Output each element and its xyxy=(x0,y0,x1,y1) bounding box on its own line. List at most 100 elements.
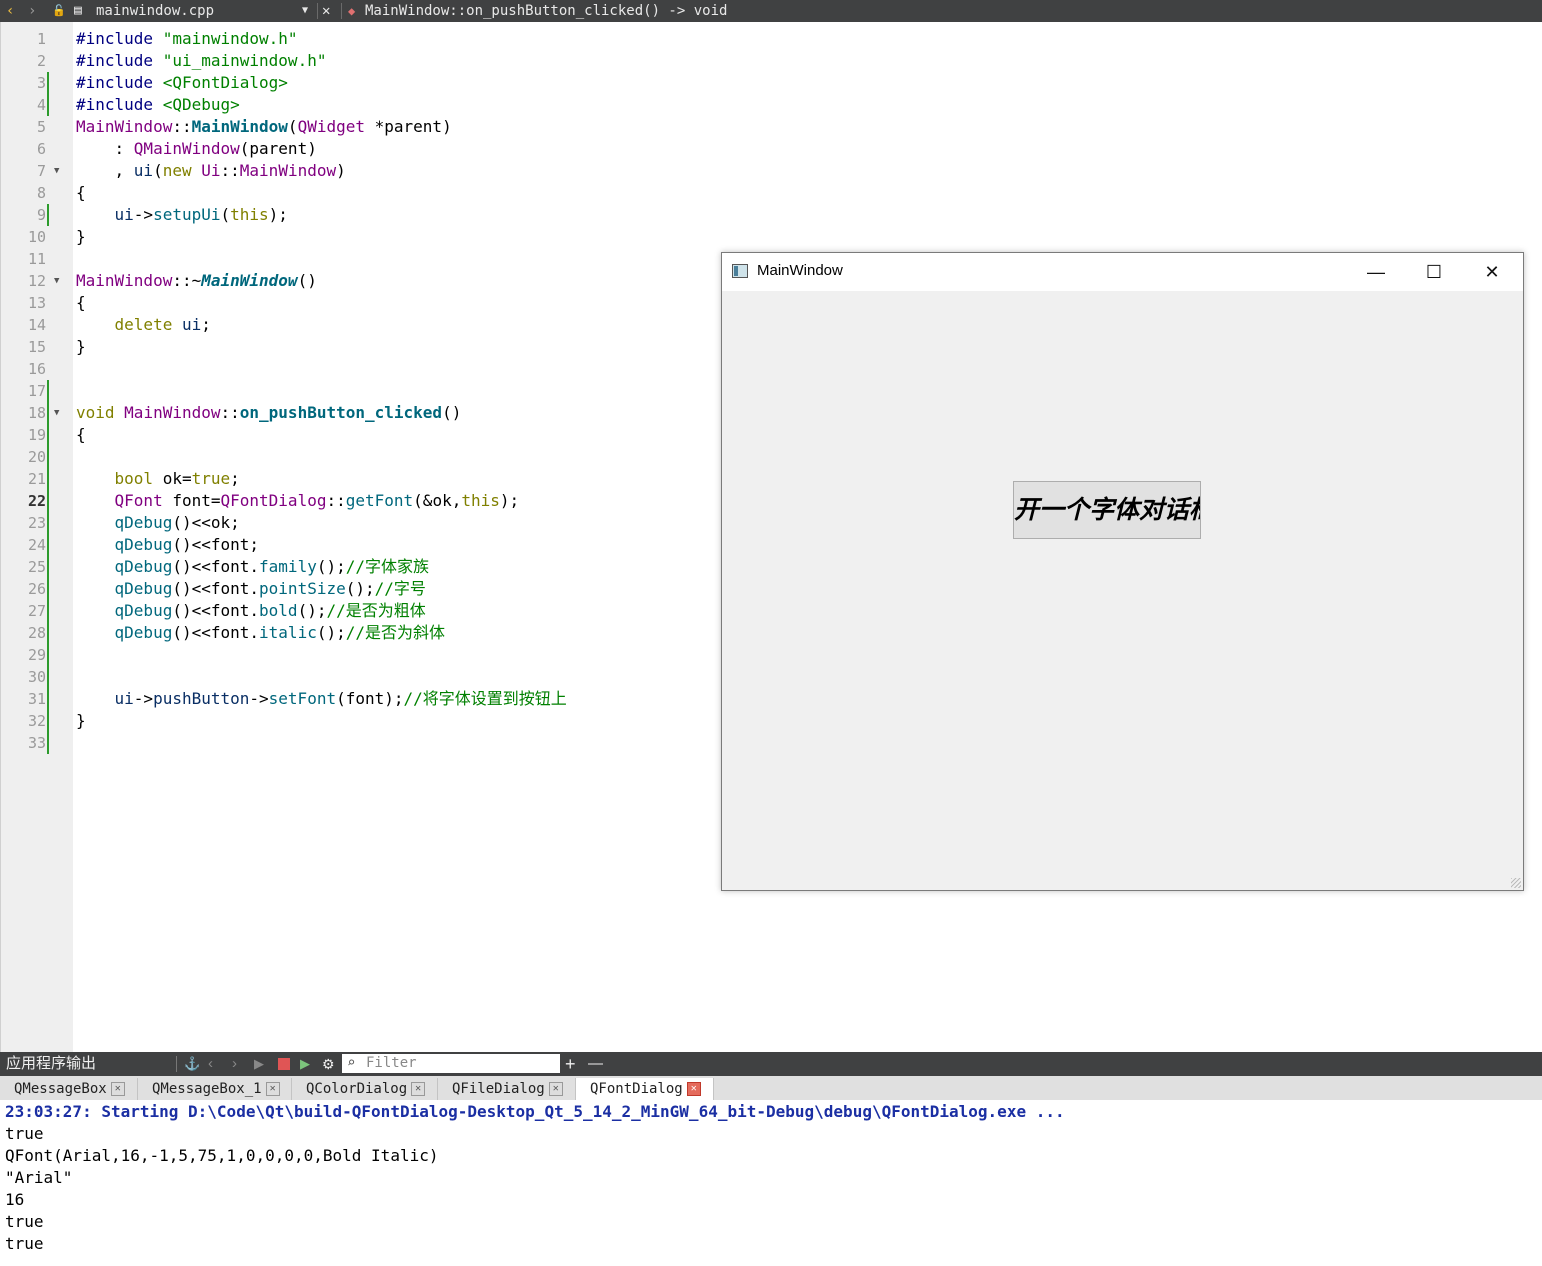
remove-button[interactable]: — xyxy=(588,1052,603,1076)
code-line[interactable]: 9 ui->setupUi(this); xyxy=(0,204,700,226)
code-line[interactable]: 12 ▼ MainWindow::~MainWindow() xyxy=(0,270,700,292)
code-line[interactable]: 32} xyxy=(0,710,700,732)
stop-icon[interactable] xyxy=(278,1058,290,1070)
line-number: 17 xyxy=(27,382,46,400)
code-line[interactable]: 19 { xyxy=(0,424,700,446)
code-line[interactable]: 17 xyxy=(0,380,700,402)
code-line[interactable]: 1 #include "mainwindow.h" xyxy=(0,28,700,50)
line-number: 24 xyxy=(27,536,46,554)
line-number: 13 xyxy=(27,294,46,312)
line-number: 21 xyxy=(27,470,46,488)
output-line: true xyxy=(5,1124,44,1143)
tab-qfiledialog[interactable]: QFileDialog ✕ xyxy=(438,1078,576,1100)
change-marker xyxy=(47,578,49,600)
output-line: true xyxy=(5,1234,44,1253)
resize-grip-icon[interactable] xyxy=(1511,878,1521,888)
debug-run-icon[interactable]: ▶ xyxy=(300,1052,310,1076)
code-line[interactable]: 23 qDebug()<<ok; xyxy=(0,512,700,534)
chevron-down-icon[interactable]: ▼ xyxy=(302,0,308,22)
code-line[interactable]: 26 qDebug()<<font.pointSize();//字号 xyxy=(0,578,700,600)
line-number: 1 xyxy=(36,30,46,48)
close-tab-icon[interactable]: ✕ xyxy=(686,1082,701,1096)
window-titlebar[interactable]: MainWindow — ☐ ✕ xyxy=(722,253,1523,291)
code-line[interactable]: 18 ▼ void MainWindow::on_pushButton_clicke… xyxy=(0,402,700,424)
fold-toggle-icon[interactable]: ▼ xyxy=(54,160,59,182)
change-marker xyxy=(47,446,49,468)
code-line[interactable]: 4 #include <QDebug> xyxy=(0,94,700,116)
forward-icon[interactable]: › xyxy=(28,0,36,22)
filter-input[interactable]: ⌕ Filter xyxy=(342,1054,560,1073)
method-icon: ◆ xyxy=(348,4,356,18)
tab-qmessagebox[interactable]: QMessageBox ✕ xyxy=(0,1078,138,1100)
code-line[interactable]: 20 xyxy=(0,446,700,468)
tab-qcolordialog[interactable]: QColorDialog ✕ xyxy=(292,1078,438,1100)
change-marker xyxy=(47,72,49,94)
fold-toggle-icon[interactable]: ▼ xyxy=(54,270,59,292)
code-text: , ui(new Ui::MainWindow) xyxy=(76,161,346,180)
close-tab-icon[interactable]: ✕ xyxy=(411,1082,426,1096)
code-text: qDebug()<<font.italic();//是否为斜体 xyxy=(114,623,446,642)
code-line[interactable]: 25 qDebug()<<font.family();//字体家族 xyxy=(0,556,700,578)
change-marker xyxy=(47,94,49,116)
code-line[interactable]: 22 QFont font=QFontDialog::getFont(&ok,t… xyxy=(0,490,700,512)
code-line[interactable]: 30 xyxy=(0,666,700,688)
change-marker xyxy=(47,710,49,732)
code-line[interactable]: 10} xyxy=(0,226,700,248)
fold-toggle-icon[interactable]: ▼ xyxy=(54,402,59,424)
code-text: qDebug()<<ok; xyxy=(114,513,240,532)
code-line[interactable]: 21 bool ok=true; xyxy=(0,468,700,490)
code-text: ui->setupUi(this); xyxy=(114,205,288,224)
close-file-icon[interactable]: ✕ xyxy=(322,0,330,22)
next-icon[interactable]: › xyxy=(232,1052,237,1076)
run-icon[interactable]: ▶ xyxy=(254,1052,264,1076)
file-selector[interactable]: mainwindow.cpp xyxy=(96,0,214,22)
line-number: 26 xyxy=(27,580,46,598)
code-line[interactable]: 8{ xyxy=(0,182,700,204)
line-number: 2 xyxy=(36,52,46,70)
tab-qfontdialog[interactable]: QFontDialog ✕ xyxy=(576,1078,714,1100)
output-pane-header: 应用程序输出 ⚓ ‹ › ▶ ▶ ⚙ ⌕ Filter + — xyxy=(0,1052,1542,1076)
code-line[interactable]: 3 #include <QFontDialog> xyxy=(0,72,700,94)
line-number: 6 xyxy=(36,140,46,158)
code-line[interactable]: 13 { xyxy=(0,292,700,314)
open-font-dialog-button[interactable]: 开一个字体对话框 xyxy=(1013,481,1201,539)
close-tab-icon[interactable]: ✕ xyxy=(110,1082,125,1096)
code-line[interactable]: 27 qDebug()<<font.bold();//是否为粗体 xyxy=(0,600,700,622)
code-line[interactable]: 24 qDebug()<<font; xyxy=(0,534,700,556)
line-number: 10 xyxy=(27,228,46,246)
code-text: delete ui; xyxy=(114,315,211,334)
line-number: 14 xyxy=(27,316,46,334)
gear-icon[interactable]: ⚙ xyxy=(322,1052,335,1076)
code-line[interactable]: 11 xyxy=(0,248,700,270)
line-number: 11 xyxy=(27,250,46,268)
code-line[interactable]: 6 : QMainWindow(parent) xyxy=(0,138,700,160)
symbol-selector[interactable]: MainWindow::on_pushButton_clicked() -> v… xyxy=(365,0,727,22)
tab-qmessagebox-1[interactable]: QMessageBox_1 ✕ xyxy=(138,1078,292,1100)
code-line[interactable]: 16 xyxy=(0,358,700,380)
prev-icon[interactable]: ‹ xyxy=(208,1052,213,1076)
code-line[interactable]: 28 qDebug()<<font.italic();//是否为斜体 xyxy=(0,622,700,644)
maximize-button[interactable]: ☐ xyxy=(1405,253,1463,291)
line-number: 3 xyxy=(36,74,46,92)
code-line[interactable]: 15} xyxy=(0,336,700,358)
code-line[interactable]: 2 #include "ui_mainwindow.h" xyxy=(0,50,700,72)
close-tab-icon[interactable]: ✕ xyxy=(548,1082,563,1096)
close-window-button[interactable]: ✕ xyxy=(1463,253,1521,291)
code-text: qDebug()<<font; xyxy=(114,535,260,554)
attach-icon[interactable]: ⚓ xyxy=(184,1052,200,1076)
code-line[interactable]: 33 xyxy=(0,732,700,754)
change-marker xyxy=(47,380,49,402)
minimize-button[interactable]: — xyxy=(1347,253,1405,291)
line-number: 15 xyxy=(27,338,46,356)
editor-toolbar: ‹ › 🔓 ▤ mainwindow.cpp ▼ ✕ ◆ MainWindow:… xyxy=(0,0,1542,22)
add-button[interactable]: + xyxy=(565,1052,576,1076)
code-line[interactable]: 29 xyxy=(0,644,700,666)
code-line[interactable]: 7 ▼ , ui(new Ui::MainWindow) xyxy=(0,160,700,182)
back-icon[interactable]: ‹ xyxy=(6,0,14,22)
code-line[interactable]: 31 ui->pushButton->setFont(font);//将字体设置… xyxy=(0,688,700,710)
application-output[interactable]: 23:03:27: Starting D:\Code\Qt\build-QFon… xyxy=(0,1100,1542,1266)
tab-label: QFontDialog xyxy=(590,1081,683,1097)
close-tab-icon[interactable]: ✕ xyxy=(265,1082,280,1096)
code-line[interactable]: 14 delete ui; xyxy=(0,314,700,336)
code-line[interactable]: 5 MainWindow::MainWindow(QWidget *parent) xyxy=(0,116,700,138)
